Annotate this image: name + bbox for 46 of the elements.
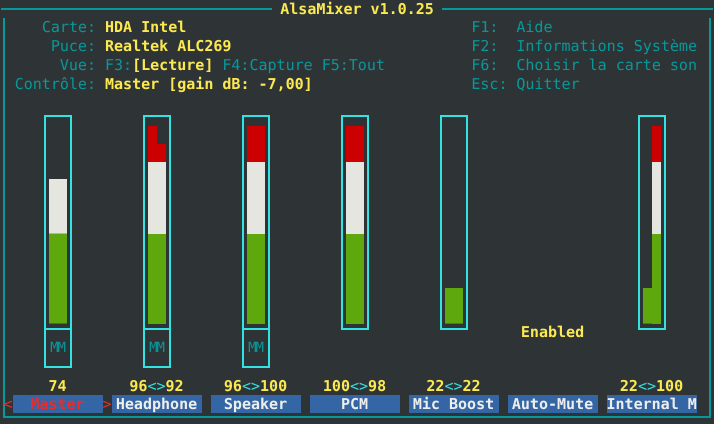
mute-indicator[interactable]: MM bbox=[44, 330, 72, 368]
channel-label[interactable]: Speaker bbox=[210, 395, 300, 413]
selection-mark: > bbox=[102, 395, 112, 413]
view-tab[interactable]: Tout bbox=[348, 56, 385, 74]
shortcut-action: Informations Système bbox=[516, 37, 697, 55]
view-key: F5: bbox=[322, 56, 349, 74]
volume-meter[interactable] bbox=[142, 115, 170, 330]
volume-meter[interactable] bbox=[440, 115, 468, 330]
selection-mark: < bbox=[4, 395, 12, 413]
channel-label[interactable]: Mic Boost bbox=[408, 395, 498, 413]
channel-label[interactable]: Internal M bbox=[606, 395, 696, 413]
info-label: Carte: bbox=[40, 18, 96, 36]
volume-meter[interactable] bbox=[242, 115, 270, 330]
shortcut-key: F1: bbox=[471, 18, 516, 36]
volume-meter[interactable] bbox=[44, 115, 72, 330]
volume-reading: 22<>22 bbox=[426, 377, 481, 395]
volume-reading: 96<>100 bbox=[224, 377, 288, 395]
info-label: Vue: bbox=[58, 56, 96, 74]
shortcut-key: F2: bbox=[471, 37, 516, 55]
volume-reading: 22<>100 bbox=[620, 377, 684, 395]
info-value: HDA Intel bbox=[105, 18, 188, 36]
view-key: F3: bbox=[105, 56, 132, 74]
mute-indicator[interactable]: MM bbox=[142, 330, 170, 368]
view-tab[interactable]: [Lecture] bbox=[132, 56, 214, 74]
info-label: Puce: bbox=[50, 37, 96, 55]
channel-label[interactable]: Auto-Mute bbox=[508, 395, 598, 413]
volume-meter[interactable] bbox=[638, 115, 666, 330]
volume-reading: 74 bbox=[48, 377, 67, 395]
shortcut-key: Esc: bbox=[471, 75, 516, 93]
volume-reading: 96<>92 bbox=[129, 377, 184, 395]
mute-indicator[interactable]: MM bbox=[242, 330, 270, 368]
shortcut-action: Choisir la carte son bbox=[516, 56, 697, 74]
info-label: Contrôle: bbox=[14, 75, 96, 93]
channel-label[interactable]: Headphone bbox=[112, 395, 202, 413]
window-title: AlsaMixer v1.0.25 bbox=[279, 0, 435, 18]
info-value: Realtek ALC269 bbox=[105, 37, 232, 55]
switch-state[interactable]: Enabled bbox=[520, 323, 584, 341]
shortcut-key: F6: bbox=[471, 56, 516, 74]
channel-label[interactable]: PCM bbox=[310, 395, 400, 413]
view-tab[interactable]: Capture bbox=[249, 56, 313, 74]
volume-meter[interactable] bbox=[340, 115, 368, 330]
shortcut-action: Aide bbox=[516, 18, 554, 36]
volume-reading: 100<>98 bbox=[322, 377, 386, 395]
info-value: Master [gain dB: -7,00] bbox=[105, 75, 314, 93]
shortcut-action: Quitter bbox=[516, 75, 581, 93]
view-key: F4: bbox=[222, 56, 250, 74]
